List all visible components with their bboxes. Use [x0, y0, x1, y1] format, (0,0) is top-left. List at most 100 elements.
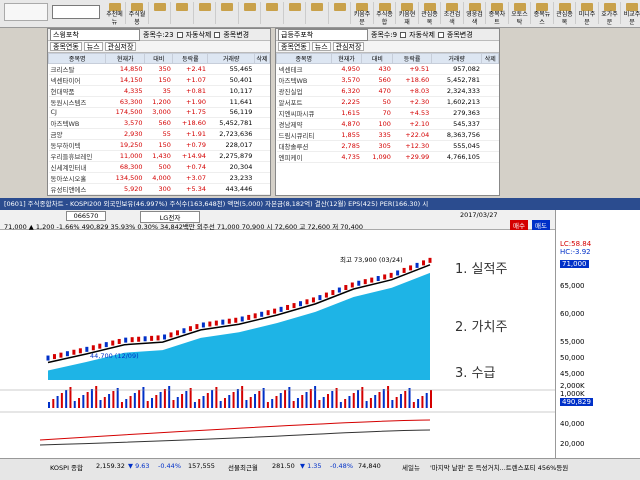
column-header[interactable]: 현재가	[330, 53, 363, 64]
table-row[interactable]: 아즈텍WB 3,570 560 +18.60 5,452,781	[48, 117, 270, 129]
delete-cell[interactable]	[254, 107, 270, 118]
delete-cell[interactable]	[481, 118, 499, 130]
table-row[interactable]: 신세계인터내 68,300 500 +0.74 20,304	[48, 161, 270, 173]
toolbar-button[interactable]: 비교주문	[622, 2, 640, 26]
delete-cell[interactable]	[254, 183, 270, 195]
table-row[interactable]: 유성티앤에스 5,920 300 +5.34 443,446	[48, 183, 270, 195]
table-row[interactable]: 경남제약 4,870 100 +2.10 545,337	[276, 118, 499, 130]
toolbar-button[interactable]: 추천메뉴	[104, 2, 126, 26]
delete-cell[interactable]	[254, 139, 270, 151]
table-row[interactable]: 금양 2,930 55 +1.91 2,723,636	[48, 128, 270, 140]
toolbar-button[interactable]: 키움주문	[352, 2, 374, 26]
toolbar-button[interactable]: 주식종합	[374, 2, 396, 26]
table-row[interactable]: 대창솔루션 2,785 305 +12.30 555,045	[276, 140, 499, 152]
table-row[interactable]: 동부하이텍 19,250 150 +0.79 228,017	[48, 139, 270, 151]
table-row[interactable]: 알서포트 2,225 50 +2.30 1,602,213	[276, 96, 499, 108]
tab-news[interactable]: 뉴스	[311, 42, 331, 51]
column-header[interactable]: 삭제	[253, 53, 270, 64]
table-row[interactable]: 현대약품 4,335 35 +0.81 10,117	[48, 85, 270, 97]
table-row[interactable]: 코오롱생명과108,8002,000+1.8724,591	[48, 194, 270, 195]
delete-cell[interactable]	[254, 128, 270, 140]
toolbar-button[interactable]: 종목차트	[487, 2, 509, 26]
delete-cell[interactable]	[254, 172, 270, 184]
delete-cell[interactable]	[481, 140, 499, 152]
delete-cell[interactable]	[481, 96, 499, 108]
toolbar-button[interactable]: 관심종목	[419, 2, 441, 26]
tab-news[interactable]: 뉴스	[83, 42, 103, 51]
delete-cell[interactable]	[254, 194, 270, 195]
column-header[interactable]: 종목명	[276, 53, 332, 64]
table-row[interactable]: 광진실업 6,320 470 +8.03 2,324,333	[276, 85, 499, 97]
table-row[interactable]: 크리스탈 14,850 350 +2.41 55,465	[48, 63, 270, 75]
column-header[interactable]: 등락률	[172, 53, 209, 64]
change-checkbox[interactable]	[437, 31, 444, 38]
delete-cell[interactable]	[481, 63, 499, 75]
table-row[interactable]: 우리들휴브레인 11,000 1,430 +14.94 2,275,879	[48, 150, 270, 162]
tab-link[interactable]: 종목연동	[278, 42, 310, 51]
condition-select[interactable]: 급등주포착	[278, 29, 368, 41]
toolbar-button[interactable]: 미니주문	[577, 2, 599, 26]
stock-code-input[interactable]: 066570	[66, 211, 106, 221]
toolbar-button[interactable]: 영웅검색	[464, 2, 486, 26]
toolbar-button[interactable]	[149, 2, 171, 24]
table-row[interactable]: 드림시큐리티 1,855 335 +22.04 8,363,756	[276, 129, 499, 141]
table-row[interactable]: 엔피케이 4,735 1,090 +29.99 4,766,105	[276, 151, 499, 163]
table-row[interactable]: 지엔씨파시큐 1,615 70 +4.53 279,363	[276, 107, 499, 119]
toolbar-button[interactable]	[217, 2, 239, 24]
toolbar-button[interactable]	[284, 2, 306, 24]
sell-button[interactable]: 매도	[532, 220, 550, 230]
delete-cell[interactable]	[481, 151, 499, 163]
news-ticker[interactable]: '마지막 날판' 돈 득성거치...트렌스포티 456%등원	[430, 462, 638, 472]
column-header[interactable]: 대비	[144, 53, 174, 64]
table-row[interactable]: 동아쏘시오홀 134,500 4,000 +3.07 23,233	[48, 172, 270, 184]
column-header[interactable]: 현재가	[105, 53, 146, 64]
column-header[interactable]: 종목명	[48, 53, 107, 64]
toolbar-button[interactable]	[194, 2, 216, 24]
volume-bar	[95, 386, 98, 408]
tab-link[interactable]: 종목연동	[50, 42, 82, 51]
toolbar-button[interactable]: 오토스탁	[509, 2, 531, 26]
auto-delete-checkbox[interactable]	[176, 31, 183, 38]
toolbar-button[interactable]	[329, 2, 351, 24]
delete-cell[interactable]	[254, 85, 270, 97]
delete-cell[interactable]	[254, 150, 270, 162]
toolbar-button[interactable]	[262, 2, 284, 24]
toolbar-button[interactable]: 호가주문	[599, 2, 621, 26]
table-row[interactable]: 동원시스템즈 63,300 1,200 +1.90 11,641	[48, 96, 270, 108]
delete-cell[interactable]	[481, 129, 499, 141]
toolbar-button[interactable]	[172, 2, 194, 24]
toolbar-button[interactable]: 종목뉴스	[532, 2, 554, 26]
table-row[interactable]: 넥센테크 4,950 430 +9.51 957,082	[276, 63, 499, 75]
tab-save[interactable]: 관심저장	[332, 42, 365, 51]
toolbar-button[interactable]: 주식월봉	[127, 2, 149, 26]
toolbar-button[interactable]: 키움현재	[397, 2, 419, 26]
column-header[interactable]: 삭제	[481, 53, 499, 64]
condition-select[interactable]: 스윙포착	[50, 29, 140, 41]
column-header[interactable]: 거래량	[207, 53, 255, 64]
delete-cell[interactable]	[254, 161, 270, 173]
column-header[interactable]: 등락률	[392, 53, 432, 64]
auto-delete-checkbox[interactable]	[400, 31, 407, 38]
table-row[interactable]: 아즈텍WB 3,570 560 +18.60 5,452,781	[276, 74, 499, 86]
search-input[interactable]	[52, 5, 100, 19]
change-checkbox[interactable]	[214, 31, 221, 38]
delete-cell[interactable]	[254, 96, 270, 108]
toolbar-button[interactable]: 조건검색	[442, 2, 464, 26]
buy-button[interactable]: 매수	[510, 220, 528, 230]
delete-cell[interactable]	[254, 117, 270, 129]
tab-save[interactable]: 관심저장	[104, 42, 137, 51]
table-row[interactable]: 넥센타이어 14,150 150 +1.07 50,401	[48, 74, 270, 86]
toolbar-button[interactable]	[239, 2, 261, 24]
chart-area[interactable]: 최고 73,900 (03/24) 44,700 (12/09) 1. 실적주 …	[0, 230, 555, 458]
delete-cell[interactable]	[481, 74, 499, 86]
toolbar-button[interactable]: 관심종목	[554, 2, 576, 26]
table-row[interactable]: CJ 174,500 3,000 +1.75 56,119	[48, 107, 270, 118]
column-header[interactable]: 거래량	[430, 53, 483, 64]
delete-cell[interactable]	[481, 107, 499, 119]
delete-cell[interactable]	[254, 74, 270, 86]
delete-cell[interactable]	[254, 63, 270, 75]
column-header[interactable]: 대비	[361, 53, 394, 64]
cell-price: 4,335	[105, 85, 145, 97]
toolbar-button[interactable]	[307, 2, 329, 24]
delete-cell[interactable]	[481, 85, 499, 97]
